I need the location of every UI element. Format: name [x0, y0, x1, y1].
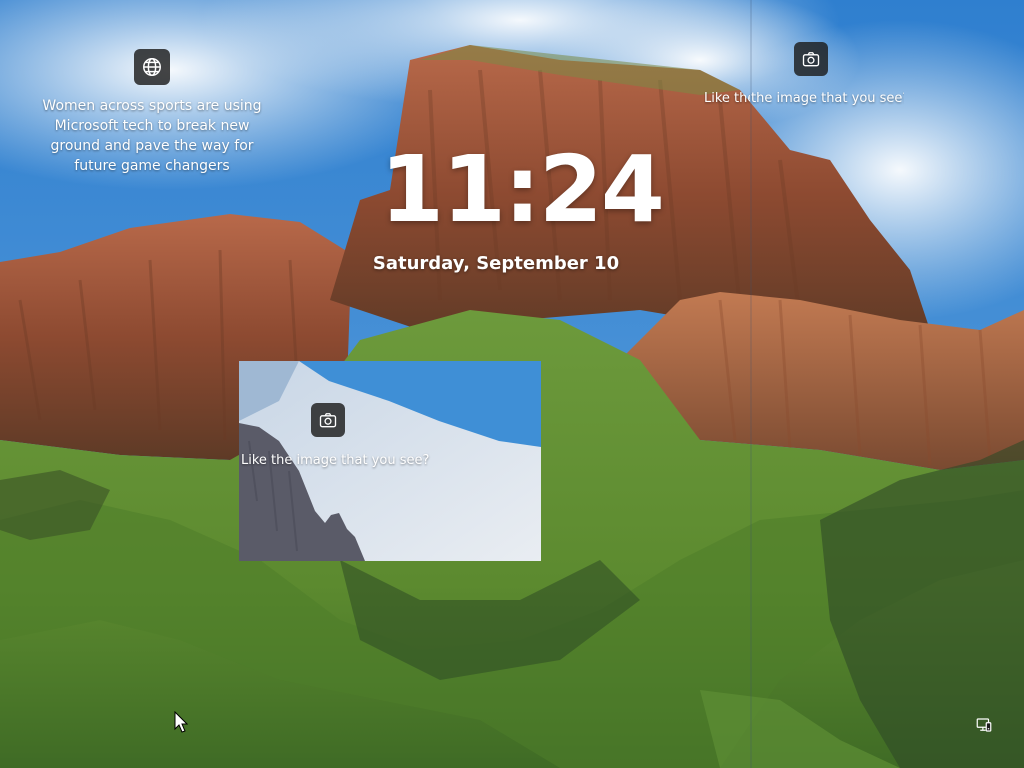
lock-screen-clock: 11:24: [380, 136, 665, 243]
network-icon: [976, 718, 992, 732]
globe-icon: [143, 58, 161, 76]
camera-icon: [802, 52, 820, 67]
spotlight-panel-prompt[interactable]: Like the image that you see?: [241, 451, 429, 471]
camera-icon: [319, 413, 337, 428]
spotlight-panel-button[interactable]: [311, 403, 345, 437]
lock-screen[interactable]: Women across sports are using Microsoft …: [0, 0, 1024, 768]
spotlight-button[interactable]: [794, 42, 828, 76]
mouse-cursor: [174, 711, 188, 733]
spotlight-prompt-clipped: Like the: [704, 91, 750, 106]
lock-screen-date: Saturday, September 10: [372, 253, 620, 274]
spotlight-prompt[interactable]: Like the the image that you see?: [704, 89, 904, 109]
news-widget-button[interactable]: [134, 49, 170, 85]
spotlight-prompt-text: the image that you see?: [751, 91, 904, 106]
news-headline[interactable]: Women across sports are using Microsoft …: [28, 96, 276, 176]
spotlight-glitch-panel: Like the image that you see?: [239, 361, 541, 561]
network-status-button[interactable]: [972, 713, 996, 737]
